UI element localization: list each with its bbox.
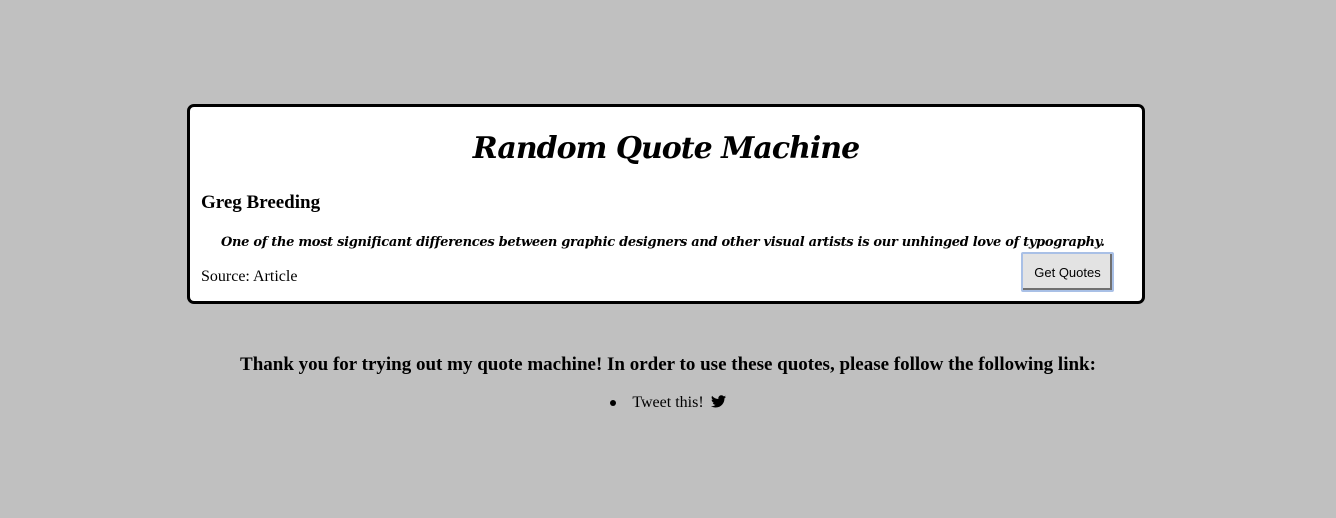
quote-card: Random Quote Machine Greg Breeding One o…	[187, 104, 1145, 304]
quote-author: Greg Breeding	[201, 192, 321, 213]
get-quotes-button[interactable]: Get Quotes	[1021, 252, 1114, 292]
footer-message: Thank you for trying out my quote machin…	[240, 354, 1096, 375]
link-list: Tweet this!	[0, 392, 1336, 414]
page-title: Random Quote Machine	[472, 131, 860, 166]
tweet-link-label: Tweet this!	[632, 394, 704, 411]
bullet	[610, 400, 617, 406]
twitter-icon	[710, 395, 726, 408]
tweet-link[interactable]: Tweet this!	[632, 394, 726, 411]
quote-text: One of the most significant differences …	[221, 235, 1105, 250]
quote-source: Source: Article	[201, 268, 298, 285]
list-item: Tweet this!	[610, 392, 726, 414]
